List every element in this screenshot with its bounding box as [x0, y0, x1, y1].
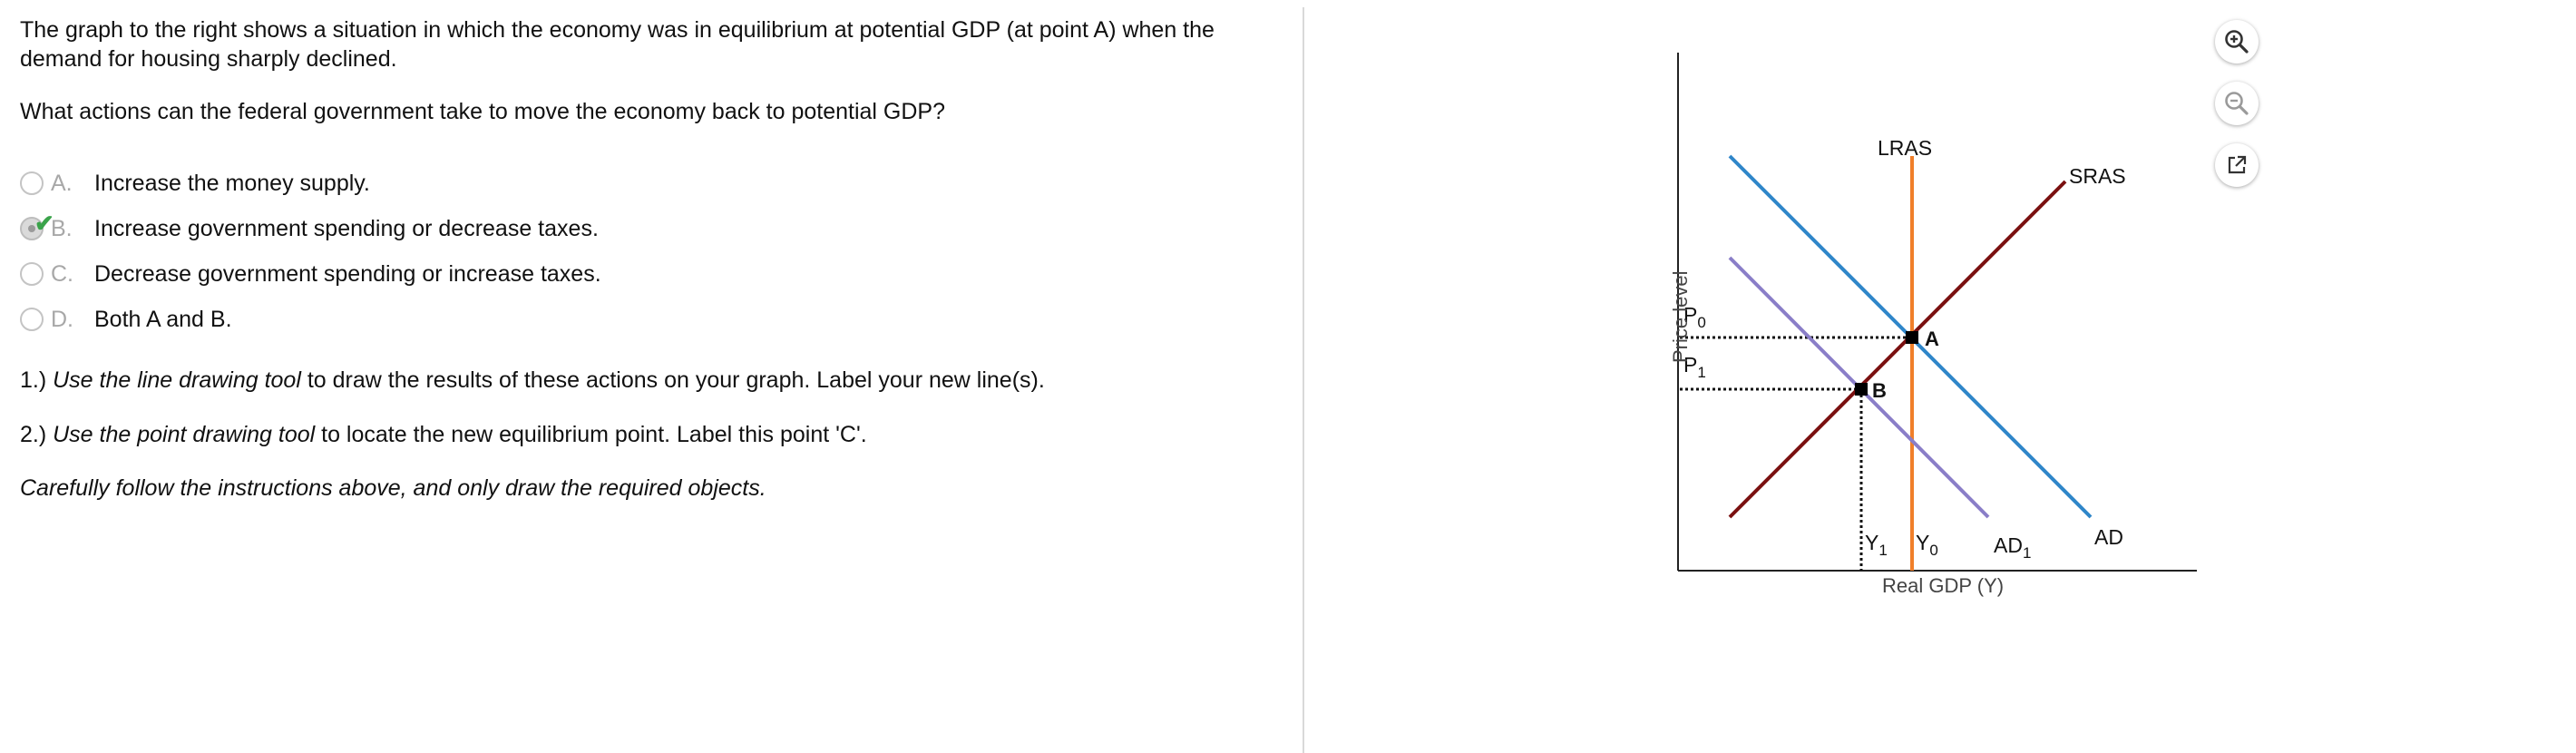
- y1-label: Y1: [1865, 531, 1888, 559]
- lras-label: LRAS: [1878, 136, 1932, 160]
- option-b-radio[interactable]: ✔: [20, 210, 54, 240]
- ad1-label-text: AD: [1994, 533, 2023, 557]
- ad-as-graph[interactable]: A B LRAS SRAS AD AD1 P0 P1 Y1 Y0 Real GD…: [1633, 36, 2213, 617]
- panel-divider: [1303, 7, 1304, 753]
- option-c[interactable]: C. Decrease government spending or incre…: [20, 256, 601, 292]
- y0-label-text: Y: [1916, 531, 1929, 554]
- sras-label: SRAS: [2069, 164, 2126, 188]
- instruction-2-rest: to locate the new equilibrium point. Lab…: [315, 422, 867, 447]
- zoom-in-icon: [2225, 30, 2249, 54]
- ad1-label: AD1: [1994, 533, 2031, 562]
- option-c-text: Decrease government spending or increase…: [94, 260, 601, 287]
- x-axis-label: Real GDP (Y): [1882, 574, 2004, 597]
- question-text-line2: demand for housing sharply declined.: [20, 46, 397, 72]
- y0-label: Y0: [1916, 531, 1938, 559]
- point-b-marker: [1855, 383, 1868, 396]
- ad1-label-sub: 1: [2023, 544, 2031, 562]
- option-a[interactable]: A. Increase the money supply.: [20, 165, 370, 201]
- p1-label-sub: 1: [1697, 364, 1705, 381]
- question-panel: The graph to the right shows a situation…: [0, 0, 1303, 753]
- y1-label-text: Y: [1865, 531, 1878, 554]
- option-a-text: Increase the money supply.: [94, 170, 370, 196]
- option-d[interactable]: D. Both A and B.: [20, 301, 232, 337]
- external-link-icon: [2228, 155, 2247, 174]
- question-prompt: What actions can the federal government …: [20, 99, 946, 124]
- y1-label-sub: 1: [1878, 542, 1887, 559]
- instruction-1: 1.) Use the line drawing tool to draw th…: [20, 367, 1045, 394]
- option-d-radio[interactable]: [20, 308, 44, 331]
- check-icon: ✔: [34, 210, 54, 237]
- instruction-2-prefix: 2.): [20, 422, 54, 447]
- zoom-in-button[interactable]: [2215, 20, 2259, 64]
- sras-line: [1728, 180, 2067, 519]
- instruction-3: Carefully follow the instructions above,…: [20, 475, 766, 501]
- instruction-2-tool: Use the point drawing tool: [53, 422, 316, 447]
- question-text-line1: The graph to the right shows a situation…: [20, 17, 1215, 43]
- instruction-1-prefix: 1.): [20, 367, 54, 393]
- y-axis-label: Price level: [1669, 271, 1692, 363]
- option-b-text: Increase government spending or decrease…: [94, 215, 599, 241]
- point-b-label: B: [1872, 379, 1887, 402]
- instruction-1-rest: to draw the results of these actions on …: [300, 367, 1045, 393]
- option-d-letter: D.: [51, 306, 73, 332]
- option-a-letter: A.: [51, 170, 73, 196]
- option-b[interactable]: ✔ B. Increase government spending or dec…: [20, 210, 599, 247]
- instruction-2: 2.) Use the point drawing tool to locate…: [20, 422, 867, 448]
- zoom-out-icon: [2225, 92, 2249, 115]
- p0-label-sub: 0: [1697, 314, 1705, 331]
- ad-label: AD: [2094, 525, 2123, 549]
- point-a-marker: [1906, 331, 1918, 344]
- y0-label-sub: 0: [1929, 542, 1937, 559]
- option-c-radio[interactable]: [20, 262, 44, 286]
- point-a-label: A: [1925, 328, 1939, 350]
- option-b-letter: B.: [51, 215, 73, 241]
- open-new-window-button[interactable]: [2215, 143, 2259, 187]
- option-d-text: Both A and B.: [94, 306, 232, 332]
- zoom-out-button[interactable]: [2215, 82, 2259, 125]
- instruction-1-tool: Use the line drawing tool: [53, 367, 301, 393]
- option-c-letter: C.: [51, 260, 73, 287]
- option-a-radio[interactable]: [20, 171, 44, 195]
